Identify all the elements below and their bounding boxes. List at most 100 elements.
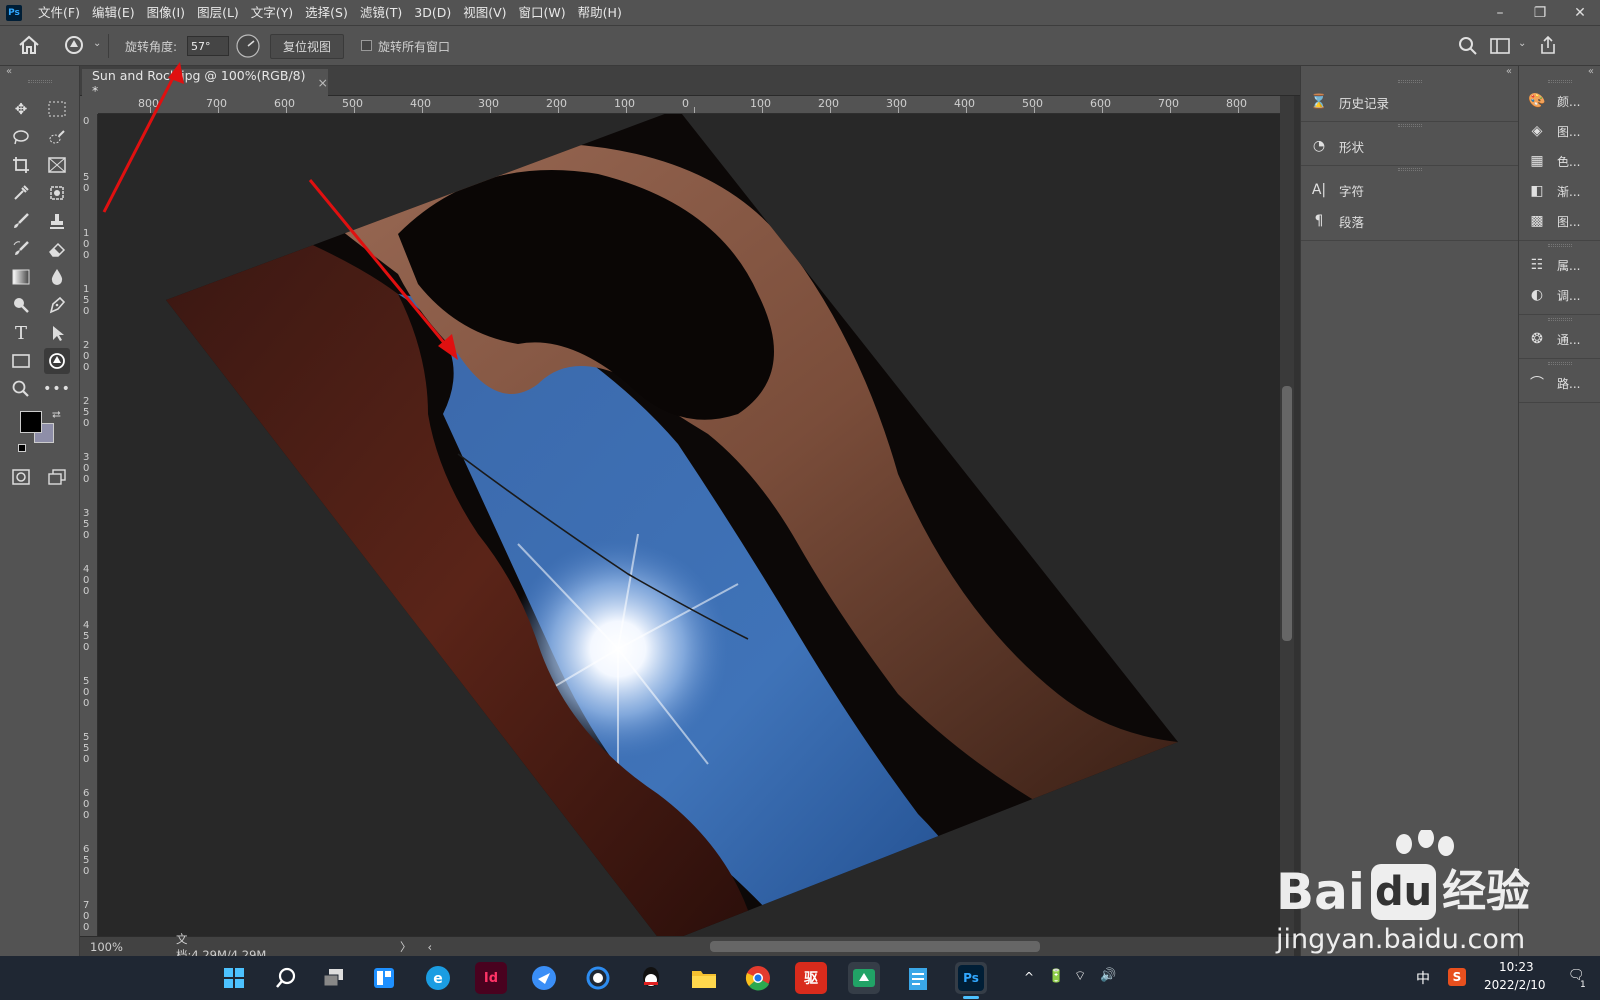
menu-edit[interactable]: 编辑(E): [86, 0, 141, 25]
panel-adjustments[interactable]: ◐ 调...: [1527, 282, 1581, 308]
taskbar-search-icon[interactable]: [270, 962, 302, 994]
panel-gradients[interactable]: ◧ 渐...: [1527, 178, 1580, 204]
horizontal-scroll-thumb[interactable]: [710, 941, 1041, 952]
qq-icon[interactable]: [635, 962, 667, 994]
marquee-tool-icon[interactable]: [44, 96, 70, 122]
zoom-level[interactable]: 100%: [80, 940, 130, 954]
photoshop-taskbar-icon[interactable]: Ps: [955, 962, 987, 994]
crop-tool-icon[interactable]: [8, 152, 34, 178]
menu-filter[interactable]: 滤镜(T): [354, 0, 408, 25]
panel-swatches[interactable]: ▦ 色...: [1527, 148, 1580, 174]
pen-tool-icon[interactable]: [44, 292, 70, 318]
tool-preset-chevron-icon[interactable]: ⌄: [93, 38, 101, 49]
more-tools-icon[interactable]: •••: [43, 376, 70, 402]
close-window-icon[interactable]: ✕: [1560, 0, 1600, 25]
swap-colors-icon[interactable]: ⮂: [52, 408, 61, 422]
type-tool-icon[interactable]: T: [8, 320, 34, 346]
clock-date[interactable]: 2022/2/10: [1484, 978, 1546, 992]
close-tab-icon[interactable]: ×: [318, 75, 328, 90]
panel-grip[interactable]: [1397, 124, 1422, 127]
share-icon[interactable]: [1538, 35, 1558, 58]
quick-mask-icon[interactable]: [8, 464, 34, 490]
collapse-dock-icon[interactable]: «: [1588, 66, 1594, 77]
clone-stamp-tool-icon[interactable]: [44, 208, 70, 234]
gradient-tool-icon[interactable]: [8, 264, 34, 290]
document-tab[interactable]: Sun and Rock.jpg @ 100%(RGB/8) * ×: [82, 68, 328, 98]
panel-layers[interactable]: ◈ 图...: [1527, 118, 1581, 144]
brush-tool-icon[interactable]: [8, 208, 34, 234]
menu-image[interactable]: 图像(I): [141, 0, 191, 25]
panel-history[interactable]: ⌛ 历史记录: [1309, 90, 1389, 114]
panel-color[interactable]: 🎨 颜...: [1527, 88, 1580, 114]
workspace-icon[interactable]: [1490, 37, 1510, 58]
edge-browser-icon[interactable]: e: [422, 962, 454, 994]
ruler-horizontal[interactable]: 800 700 600 500 400 300 200 100 0 100 200 300 400 500…: [98, 96, 1280, 114]
panel-paragraph[interactable]: ¶ 段落: [1309, 209, 1364, 233]
home-icon[interactable]: [18, 35, 40, 58]
panel-grip[interactable]: [1397, 168, 1422, 171]
qq-browser-icon[interactable]: [582, 962, 614, 994]
screen-mode-icon[interactable]: [44, 464, 70, 490]
menu-type[interactable]: 文字(Y): [245, 0, 299, 25]
menu-view[interactable]: 视图(V): [457, 0, 512, 25]
reset-view-button[interactable]: 复位视图: [270, 34, 345, 59]
notepad-icon[interactable]: [902, 962, 934, 994]
green-app-icon[interactable]: [848, 962, 880, 994]
default-colors-icon[interactable]: [18, 444, 26, 452]
panel-grip[interactable]: [1397, 80, 1422, 83]
battery-icon[interactable]: 🔋: [1048, 969, 1064, 984]
rotate-view-tool-active-icon[interactable]: [44, 348, 70, 374]
task-view-icon[interactable]: [318, 962, 350, 994]
feishu-icon[interactable]: [528, 962, 560, 994]
rotate-all-windows-checkbox[interactable]: [361, 40, 372, 51]
red-app-icon[interactable]: 驱: [795, 962, 827, 994]
workspace-chevron-icon[interactable]: ⌄: [1518, 38, 1526, 49]
toolbar-grip[interactable]: [27, 80, 52, 83]
menu-3d[interactable]: 3D(D): [408, 0, 457, 25]
lasso-tool-icon[interactable]: [8, 124, 34, 150]
wifi-icon[interactable]: ⌔: [1074, 968, 1086, 984]
ruler-origin[interactable]: [80, 96, 98, 114]
path-selection-tool-icon[interactable]: [44, 320, 70, 346]
panel-grip[interactable]: [1547, 318, 1572, 321]
menu-select[interactable]: 选择(S): [299, 0, 354, 25]
chrome-icon[interactable]: [742, 962, 774, 994]
panel-grip[interactable]: [1547, 80, 1572, 83]
history-brush-tool-icon[interactable]: [8, 236, 34, 262]
sogou-ime-icon[interactable]: S: [1448, 968, 1466, 986]
photoshop-logo-icon[interactable]: Ps: [6, 4, 22, 21]
dodge-tool-icon[interactable]: [8, 292, 34, 318]
minimize-icon[interactable]: –: [1480, 0, 1520, 25]
panel-patterns[interactable]: ▩ 图...: [1527, 208, 1580, 234]
panel-shapes[interactable]: ◔ 形状: [1309, 134, 1364, 158]
restore-icon[interactable]: ❐: [1520, 0, 1560, 25]
vertical-scrollbar[interactable]: [1280, 96, 1294, 936]
panel-properties[interactable]: ☷ 属...: [1527, 252, 1581, 278]
panel-paths[interactable]: ⌒ 路...: [1527, 370, 1580, 396]
status-menu-arrow-icon[interactable]: 〉: [400, 939, 412, 955]
panel-grip[interactable]: [1547, 244, 1572, 247]
collapse-toolbar-icon[interactable]: «: [6, 66, 12, 77]
indesign-icon[interactable]: Id: [475, 962, 507, 994]
menu-file[interactable]: 文件(F): [32, 0, 86, 25]
eyedropper-tool-icon[interactable]: [8, 180, 34, 206]
menu-layer[interactable]: 图层(L): [191, 0, 245, 25]
rotate-angle-input[interactable]: [187, 36, 229, 56]
panel-channels[interactable]: ❂ 通...: [1527, 326, 1580, 352]
panel-grip[interactable]: [1547, 362, 1572, 365]
ime-indicator[interactable]: 中: [1416, 968, 1430, 988]
clock-time[interactable]: 10:23: [1499, 960, 1534, 974]
horizontal-scroll-left-icon[interactable]: ‹: [428, 940, 433, 954]
search-icon[interactable]: [1458, 36, 1478, 59]
foreground-color-swatch[interactable]: [20, 411, 42, 433]
spot-healing-tool-icon[interactable]: [44, 180, 70, 206]
panel-character[interactable]: A| 字符: [1309, 178, 1364, 202]
blur-tool-icon[interactable]: [44, 264, 70, 290]
menu-window[interactable]: 窗口(W): [513, 0, 572, 25]
rotate-view-tool-icon[interactable]: [62, 34, 86, 59]
quick-selection-tool-icon[interactable]: [44, 124, 70, 150]
frame-tool-icon[interactable]: [44, 152, 70, 178]
document-canvas[interactable]: [98, 114, 1280, 936]
volume-icon[interactable]: 🔊: [1100, 968, 1116, 983]
file-explorer-icon[interactable]: [688, 962, 720, 994]
